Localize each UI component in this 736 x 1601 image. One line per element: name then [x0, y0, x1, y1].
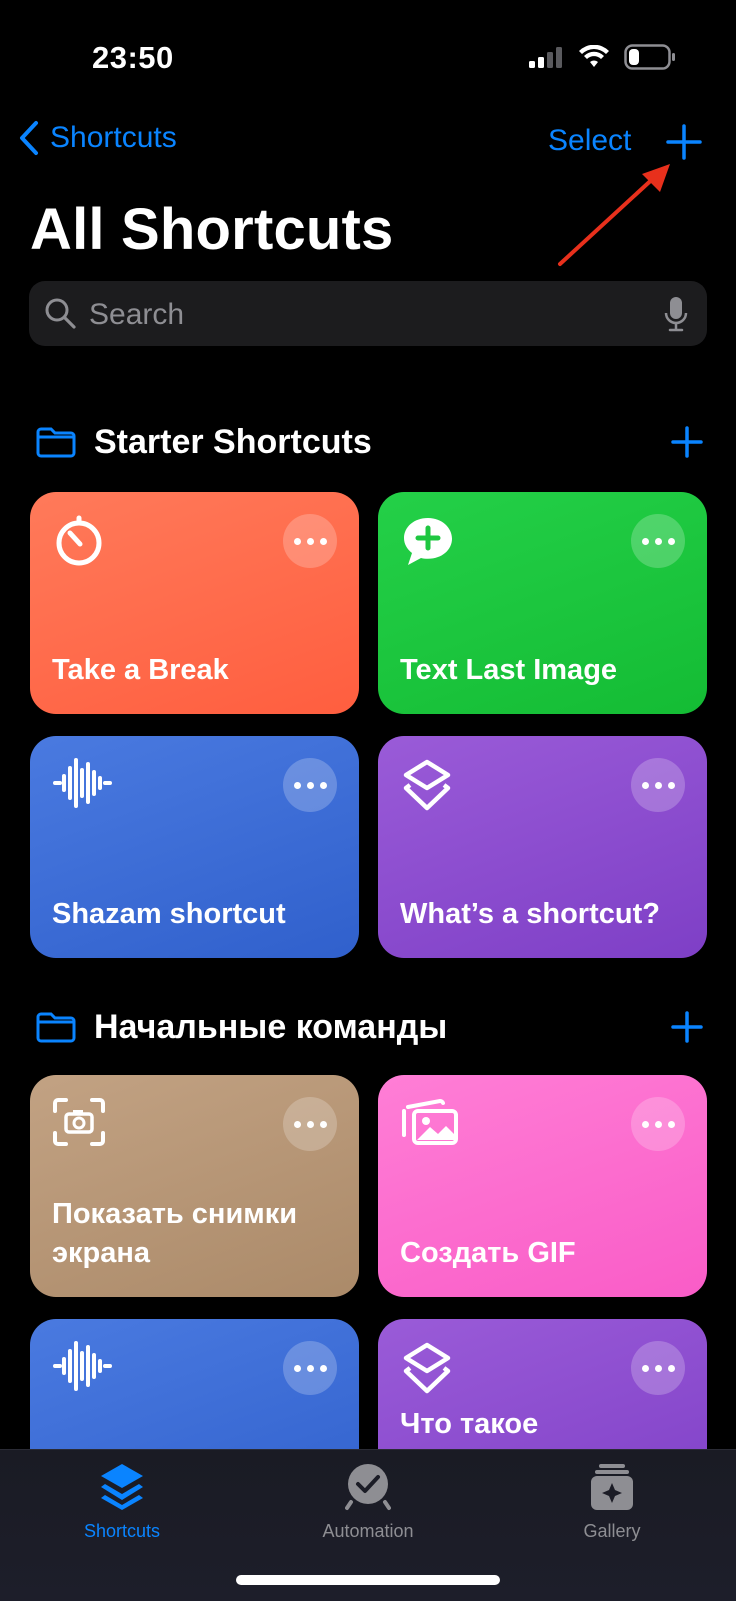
home-indicator [236, 1575, 500, 1585]
shortcut-name: Что такое [400, 1408, 539, 1440]
more-options-button[interactable] [631, 514, 685, 568]
shortcut-tile-take-a-break[interactable]: Take a Break [30, 492, 359, 714]
waveform-icon [53, 758, 112, 808]
shortcut-tile-text-last-image[interactable]: Text Last Image [378, 492, 707, 714]
screenshot-icon [53, 1098, 105, 1146]
select-button[interactable]: Select [548, 124, 631, 158]
annotation-arrow [558, 164, 670, 266]
timer-icon [56, 515, 102, 566]
battery-icon [624, 44, 675, 70]
page-title: All Shortcuts [30, 197, 394, 262]
status-time: 23:50 [92, 40, 174, 75]
tab-label: Automation [322, 1521, 414, 1541]
folder-icon [36, 1012, 76, 1043]
search-bar[interactable] [29, 281, 707, 348]
shortcut-name: Text Last Image [400, 653, 618, 686]
status-icons [528, 44, 676, 70]
tab-automation[interactable]: Automation [288, 1462, 448, 1542]
shortcut-name: Take a Break [52, 653, 229, 686]
shortcut-tile-whats-a-shortcut[interactable]: What’s a shortcut? [378, 736, 707, 958]
tab-label: Gallery [583, 1521, 641, 1541]
section-title: Начальные команды [94, 1007, 448, 1046]
waveform-icon [53, 1341, 112, 1391]
chevron-left-icon [20, 121, 38, 155]
layers-icon [403, 1342, 451, 1394]
section-header-nachalnye: Начальные команды [36, 1004, 704, 1050]
more-options-button[interactable] [631, 1341, 685, 1395]
gallery-icon [591, 1464, 633, 1510]
section-title: Starter Shortcuts [94, 422, 372, 461]
more-options-button[interactable] [283, 1341, 337, 1395]
message-plus-icon [404, 518, 452, 565]
search-icon [45, 298, 76, 329]
shortcut-name: Создать GIF [400, 1236, 576, 1269]
shortcut-name: Shazam shortcut [52, 897, 286, 930]
automation-clock-icon [345, 1464, 391, 1510]
more-options-button[interactable] [283, 758, 337, 812]
shortcut-tile-show-screenshots[interactable]: Показать снимки экрана [30, 1075, 359, 1297]
layers-stack-icon [101, 1464, 143, 1510]
tab-shortcuts[interactable]: Shortcuts [42, 1462, 202, 1542]
shortcut-name: Показать снимки экрана [52, 1197, 298, 1269]
more-options-button[interactable] [631, 1097, 685, 1151]
plus-icon [666, 124, 702, 160]
more-options-button[interactable] [631, 758, 685, 812]
folder-icon [36, 427, 76, 458]
shortcut-tile-create-gif[interactable]: Создать GIF [378, 1075, 707, 1297]
back-label: Shortcuts [50, 121, 177, 154]
wifi-icon [579, 45, 609, 67]
more-options-button[interactable] [283, 514, 337, 568]
search-input[interactable] [87, 281, 651, 348]
layers-icon [403, 759, 451, 811]
more-options-button[interactable] [283, 1097, 337, 1151]
section-add-icon[interactable] [670, 1010, 704, 1044]
photos-icon [402, 1099, 458, 1145]
shortcut-tile-shazam[interactable]: Shazam shortcut [30, 736, 359, 958]
cellular-signal-icon [529, 47, 562, 68]
section-header-starter: Starter Shortcuts [36, 419, 704, 465]
shortcut-name: What’s a shortcut? [400, 897, 660, 930]
tab-label: Shortcuts [83, 1521, 161, 1541]
tab-gallery[interactable]: Gallery [532, 1462, 692, 1542]
back-button[interactable]: Shortcuts [18, 120, 177, 156]
section-add-icon[interactable] [670, 425, 704, 459]
microphone-icon[interactable] [663, 295, 689, 333]
